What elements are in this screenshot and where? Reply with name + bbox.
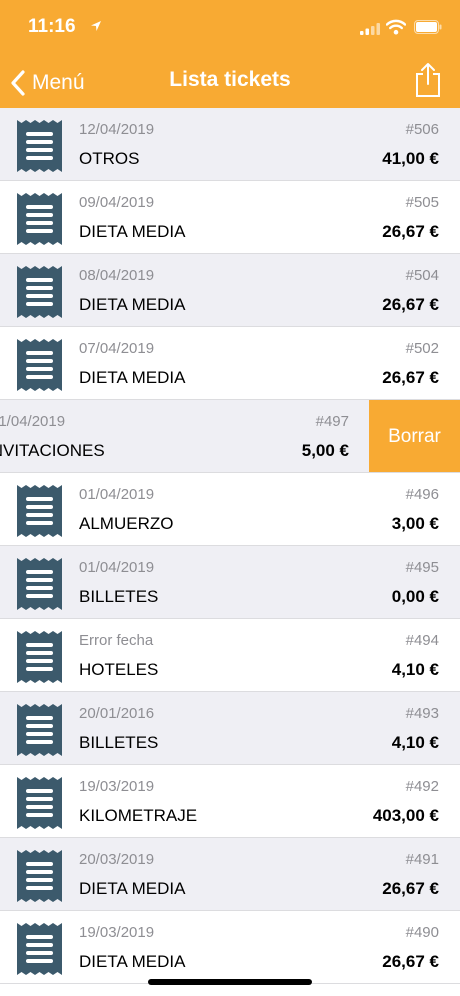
ticket-date: 01/04/2019 (0, 413, 66, 430)
ticket-row[interactable]: 12/04/2019 #506 OTROS 41,00 € (0, 108, 460, 181)
receipt-icon (17, 120, 62, 172)
ticket-amount: 26,67 € (382, 952, 439, 971)
ticket-row[interactable]: 19/03/2019 #492 KILOMETRAJE 403,00 € (0, 765, 460, 838)
ticket-number: #494 (405, 632, 439, 649)
ticket-category: OTROS (79, 149, 140, 168)
ticket-category: DIETA MEDIA (79, 879, 186, 898)
ticket-row[interactable]: 08/04/2019 #504 DIETA MEDIA 26,67 € (0, 254, 460, 327)
location-arrow-icon (91, 21, 101, 31)
cellular-signal-icon (360, 23, 380, 35)
ticket-date: 09/04/2019 (79, 194, 155, 211)
ticket-amount: 403,00 € (372, 806, 439, 825)
ticket-amount: 5,00 € (301, 441, 349, 460)
ticket-amount: 26,67 € (382, 368, 439, 387)
ticket-amount: 3,00 € (391, 514, 439, 533)
ticket-number: #490 (405, 924, 439, 941)
ticket-amount: 4,10 € (391, 660, 439, 679)
ticket-number: #491 (405, 851, 439, 868)
ticket-amount: 4,10 € (391, 733, 439, 752)
ticket-row[interactable]: Error fecha #494 HOTELES 4,10 € (0, 619, 460, 692)
receipt-icon (17, 704, 62, 756)
receipt-icon (17, 558, 62, 610)
ticket-row[interactable]: 01/04/2019 #495 BILLETES 0,00 € (0, 546, 460, 619)
ticket-date: 20/03/2019 (79, 851, 155, 868)
ticket-category: INVITACIONES (0, 441, 105, 460)
ticket-date: Error fecha (79, 632, 154, 649)
ticket-number: #502 (405, 340, 439, 357)
app-header: 11:16 Menú Lista tickets (0, 0, 460, 108)
ticket-row[interactable]: 20/01/2016 #493 BILLETES 4,10 € (0, 692, 460, 765)
receipt-icon (17, 850, 62, 902)
ticket-date: 01/04/2019 (79, 559, 155, 576)
ticket-date: 20/01/2016 (79, 705, 155, 722)
ticket-amount: 26,67 € (382, 879, 439, 898)
ticket-date: 19/03/2019 (79, 924, 155, 941)
ticket-amount: 41,00 € (382, 149, 439, 168)
home-indicator (148, 979, 312, 985)
ticket-amount: 26,67 € (382, 295, 439, 314)
receipt-icon (17, 485, 62, 537)
ticket-amount: 0,00 € (391, 587, 439, 606)
chevron-left-icon (11, 70, 25, 96)
ticket-category: DIETA MEDIA (79, 952, 186, 971)
ticket-row-swiped[interactable]: 01/04/2019 #497 INVITACIONES 5,00 € Borr… (0, 400, 460, 473)
receipt-icon (17, 777, 62, 829)
ticket-number: #492 (405, 778, 439, 795)
ticket-date: 07/04/2019 (79, 340, 155, 357)
ticket-row[interactable]: 07/04/2019 #502 DIETA MEDIA 26,67 € (0, 327, 460, 400)
ticket-number: #504 (405, 267, 439, 284)
ticket-category: ALMUERZO (79, 514, 174, 533)
receipt-icon (17, 339, 62, 391)
back-label: Menú (32, 71, 85, 94)
delete-button[interactable]: Borrar (369, 400, 460, 472)
ticket-number: #506 (405, 121, 439, 138)
wifi-icon (386, 19, 406, 35)
ticket-amount: 26,67 € (382, 222, 439, 241)
ticket-number: #493 (405, 705, 439, 722)
swiped-row-content[interactable]: 01/04/2019 #497 INVITACIONES 5,00 € (0, 400, 369, 472)
ticket-category: DIETA MEDIA (79, 222, 186, 241)
receipt-icon (17, 266, 62, 318)
ticket-date: 08/04/2019 (79, 267, 155, 284)
status-time: 11:16 (28, 16, 76, 37)
ticket-category: DIETA MEDIA (79, 295, 186, 314)
ticket-row[interactable]: 09/04/2019 #505 DIETA MEDIA 26,67 € (0, 181, 460, 254)
ticket-date: 01/04/2019 (79, 486, 155, 503)
receipt-icon (17, 193, 62, 245)
ticket-row[interactable]: 20/03/2019 #491 DIETA MEDIA 26,67 € (0, 838, 460, 911)
ticket-category: BILLETES (79, 587, 159, 606)
share-icon[interactable] (414, 62, 442, 98)
ticket-category: KILOMETRAJE (79, 806, 198, 825)
back-button[interactable]: Menú (10, 66, 85, 100)
ticket-category: DIETA MEDIA (79, 368, 186, 387)
battery-icon (414, 20, 442, 34)
tickets-list: 12/04/2019 #506 OTROS 41,00 € 09/04/2019 #505… (0, 108, 460, 984)
receipt-icon (17, 631, 62, 683)
ticket-number: #497 (315, 413, 349, 430)
ticket-row[interactable]: 01/04/2019 #496 ALMUERZO 3,00 € (0, 473, 460, 546)
ticket-row[interactable]: 19/03/2019 #490 DIETA MEDIA 26,67 € (0, 911, 460, 984)
ticket-number: #496 (405, 486, 439, 503)
ticket-category: BILLETES (79, 733, 159, 752)
ticket-category: HOTELES (79, 660, 159, 679)
ticket-date: 19/03/2019 (79, 778, 155, 795)
receipt-icon (17, 923, 62, 975)
ticket-number: #505 (405, 194, 439, 211)
ticket-date: 12/04/2019 (79, 121, 155, 138)
ticket-number: #495 (405, 559, 439, 576)
